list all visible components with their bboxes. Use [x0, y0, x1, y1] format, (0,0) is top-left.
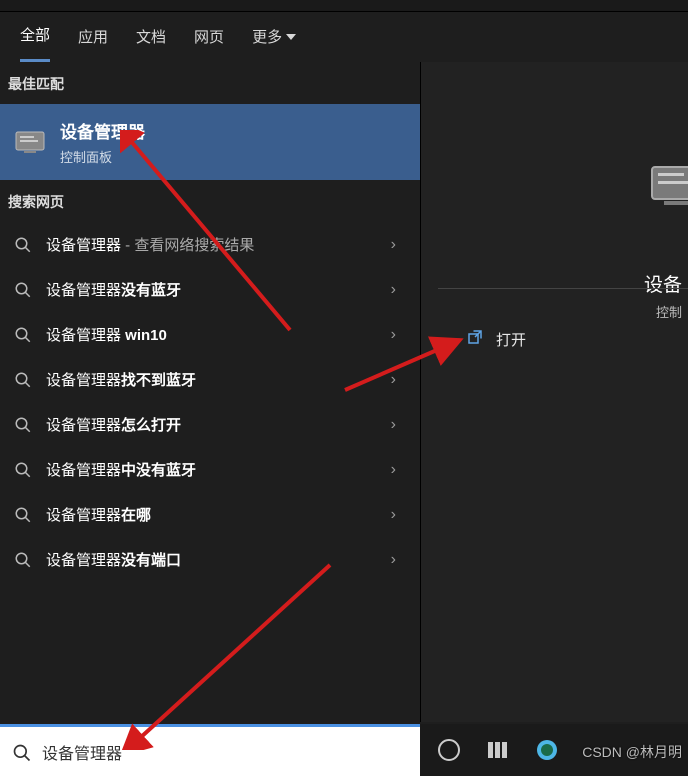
web-result-item[interactable]: 设备管理器中没有蓝牙 › [0, 447, 420, 492]
result-text: 设备管理器找不到蓝牙 [46, 369, 377, 390]
tab-web[interactable]: 网页 [194, 26, 224, 61]
detail-title: 设备 [644, 270, 682, 297]
best-match-title: 设备管理器 [60, 118, 145, 143]
search-icon [14, 326, 32, 344]
web-search-header: 搜索网页 [0, 180, 420, 222]
tab-docs[interactable]: 文档 [136, 26, 166, 61]
search-icon [12, 743, 30, 761]
tab-more[interactable]: 更多 [252, 26, 296, 61]
search-icon [14, 281, 32, 299]
open-icon [466, 328, 484, 350]
result-text: 设备管理器在哪 [46, 504, 377, 525]
web-result-item[interactable]: 设备管理器 - 查看网络搜索结果 › [0, 222, 420, 267]
detail-separator [438, 288, 688, 289]
search-icon [14, 371, 32, 389]
search-bar[interactable] [0, 724, 420, 776]
result-text: 设备管理器没有端口 [46, 549, 377, 570]
watermark: CSDN @林月明 [582, 742, 682, 762]
open-action-button[interactable]: 打开 [466, 328, 526, 350]
chevron-right-icon: › [391, 551, 396, 569]
cortana-icon[interactable] [438, 739, 460, 761]
web-result-item[interactable]: 设备管理器 win10 › [0, 312, 420, 357]
result-text: 设备管理器怎么打开 [46, 414, 377, 435]
best-match-subtitle: 控制面板 [60, 147, 145, 166]
search-icon [14, 551, 32, 569]
chevron-right-icon: › [391, 371, 396, 389]
result-text: 设备管理器 - 查看网络搜索结果 [46, 234, 377, 255]
search-icon [14, 416, 32, 434]
search-icon [14, 506, 32, 524]
web-results-list: 设备管理器 - 查看网络搜索结果›设备管理器没有蓝牙›设备管理器 win10›设… [0, 222, 420, 582]
device-manager-icon [14, 126, 46, 158]
tab-all[interactable]: 全部 [20, 24, 50, 62]
search-input[interactable] [42, 743, 408, 761]
chevron-right-icon: › [391, 416, 396, 434]
chevron-down-icon [286, 34, 296, 40]
best-match-item[interactable]: 设备管理器 控制面板 [0, 104, 420, 180]
detail-subtitle: 控制 [656, 302, 682, 321]
best-match-text: 设备管理器 控制面板 [60, 118, 145, 166]
chevron-right-icon: › [391, 461, 396, 479]
web-result-item[interactable]: 设备管理器在哪 › [0, 492, 420, 537]
tab-apps[interactable]: 应用 [78, 26, 108, 61]
tab-more-label: 更多 [252, 26, 282, 47]
results-panel: 最佳匹配 设备管理器 控制面板 搜索网页 设备管理器 - 查看网络搜索结果›设备… [0, 62, 420, 722]
best-match-header: 最佳匹配 [0, 62, 420, 104]
web-result-item[interactable]: 设备管理器找不到蓝牙 › [0, 357, 420, 402]
chevron-right-icon: › [391, 236, 396, 254]
detail-panel: 设备 控制 [420, 62, 688, 722]
web-result-item[interactable]: 设备管理器怎么打开 › [0, 402, 420, 447]
detail-device-icon [648, 157, 688, 227]
open-action-label: 打开 [496, 329, 526, 350]
search-icon [14, 236, 32, 254]
search-icon [14, 461, 32, 479]
web-result-item[interactable]: 设备管理器没有端口 › [0, 537, 420, 582]
edge-icon[interactable] [536, 739, 558, 761]
web-result-item[interactable]: 设备管理器没有蓝牙 › [0, 267, 420, 312]
window-top-bar [0, 0, 688, 12]
chevron-right-icon: › [391, 506, 396, 524]
result-text: 设备管理器中没有蓝牙 [46, 459, 377, 480]
taskview-icon[interactable] [488, 742, 508, 758]
chevron-right-icon: › [391, 326, 396, 344]
chevron-right-icon: › [391, 281, 396, 299]
result-text: 设备管理器没有蓝牙 [46, 279, 377, 300]
result-text: 设备管理器 win10 [46, 324, 377, 345]
search-tabs: 全部 应用 文档 网页 更多 [0, 12, 688, 62]
main-content: 最佳匹配 设备管理器 控制面板 搜索网页 设备管理器 - 查看网络搜索结果›设备… [0, 62, 688, 722]
